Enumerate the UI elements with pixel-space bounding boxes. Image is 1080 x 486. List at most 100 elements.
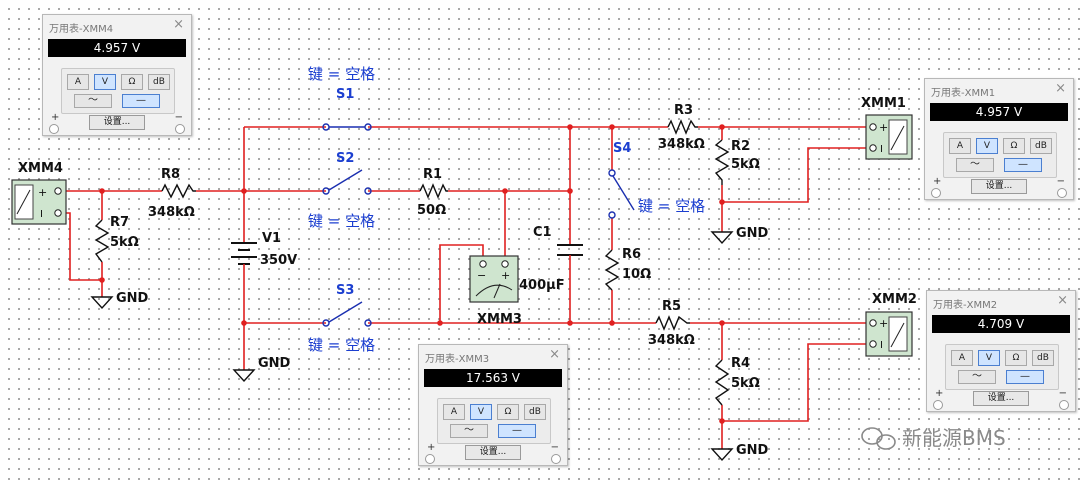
dc-mode-button[interactable]: — xyxy=(1004,158,1042,172)
negative-terminal[interactable] xyxy=(175,124,185,134)
negative-terminal[interactable] xyxy=(1059,400,1069,410)
multimeter-xmm1-symbol[interactable]: + I xyxy=(865,114,913,160)
mode-decibel-button[interactable]: dB xyxy=(1030,138,1052,154)
label-r2: R2 xyxy=(731,139,750,154)
mode-ohmmeter-button[interactable]: Ω xyxy=(497,404,519,420)
mode-group: A V Ω dB 〜 — xyxy=(61,68,175,114)
label-gnd-4: GND xyxy=(736,443,769,458)
switch-s4[interactable] xyxy=(608,169,635,219)
negative-terminal-label: − xyxy=(550,442,559,453)
value-r6: 10Ω xyxy=(622,267,651,282)
value-r7: 5kΩ xyxy=(110,235,139,250)
label-gnd-3: GND xyxy=(736,226,769,241)
label-r3: R3 xyxy=(674,103,693,118)
svg-text:−: − xyxy=(477,269,486,282)
positive-terminal[interactable] xyxy=(933,400,943,410)
key-label-s1: 键 = 空格 xyxy=(308,65,375,83)
label-r4: R4 xyxy=(731,356,750,371)
negative-terminal[interactable] xyxy=(551,454,561,464)
mode-decibel-button[interactable]: dB xyxy=(148,74,170,90)
multimeter-panel-xmm2[interactable]: 万用表-XMM2 × 4.709 V A V Ω dB 〜 — + − 设置..… xyxy=(926,290,1076,412)
multimeter-xmm2-symbol[interactable]: + I xyxy=(865,311,913,357)
multimeter-xmm4-symbol[interactable]: + I xyxy=(11,179,67,225)
label-gnd-1: GND xyxy=(116,291,149,306)
battery-v1 xyxy=(231,242,257,268)
switch-s3[interactable] xyxy=(322,301,372,327)
switch-s1[interactable] xyxy=(322,123,372,131)
positive-terminal-label: + xyxy=(933,176,942,187)
ac-mode-button[interactable]: 〜 xyxy=(74,94,112,108)
label-r6: R6 xyxy=(622,247,641,262)
svg-text:I: I xyxy=(40,209,43,220)
svg-text:+: + xyxy=(879,121,888,134)
label-r5: R5 xyxy=(662,299,681,314)
settings-button[interactable]: 设置... xyxy=(465,445,521,460)
multimeter-panel-xmm4[interactable]: 万用表-XMM4 × 4.957 V A V Ω dB 〜 — + − 设置..… xyxy=(42,14,192,136)
positive-terminal[interactable] xyxy=(49,124,59,134)
ground-symbol-4 xyxy=(710,448,734,462)
panel-title: 万用表-XMM3 xyxy=(425,354,490,365)
mode-ammeter-button[interactable]: A xyxy=(443,404,465,420)
multimeter-xmm3-symbol[interactable]: − + xyxy=(469,255,519,303)
ac-mode-button[interactable]: 〜 xyxy=(450,424,488,438)
ac-mode-button[interactable]: 〜 xyxy=(958,370,996,384)
label-s1: S1 xyxy=(336,87,354,102)
resistor-r5 xyxy=(655,315,690,331)
dc-mode-button[interactable]: — xyxy=(498,424,536,438)
multimeter-panel-xmm3[interactable]: 万用表-XMM3 × 17.563 V A V Ω dB 〜 — + − 设置.… xyxy=(418,344,568,466)
label-s4: S4 xyxy=(613,141,631,156)
negative-terminal-label: − xyxy=(1058,388,1067,399)
close-icon[interactable]: × xyxy=(549,347,560,362)
close-icon[interactable]: × xyxy=(1055,81,1066,96)
label-v1: V1 xyxy=(262,231,281,246)
panel-title: 万用表-XMM2 xyxy=(933,300,998,311)
capacitor-c1 xyxy=(557,244,583,262)
svg-text:+: + xyxy=(38,186,47,199)
multimeter-panel-xmm1[interactable]: 万用表-XMM1 × 4.957 V A V Ω dB 〜 — + − 设置..… xyxy=(924,78,1074,200)
value-c1: 400μF xyxy=(519,278,565,293)
mode-ohmmeter-button[interactable]: Ω xyxy=(1003,138,1025,154)
mode-ammeter-button[interactable]: A xyxy=(951,350,973,366)
dc-mode-button[interactable]: — xyxy=(1006,370,1044,384)
svg-text:I: I xyxy=(880,144,883,155)
positive-terminal[interactable] xyxy=(425,454,435,464)
positive-terminal[interactable] xyxy=(931,188,941,198)
value-r3: 348kΩ xyxy=(658,137,705,152)
label-r7: R7 xyxy=(110,215,129,230)
positive-terminal-label: + xyxy=(935,388,944,399)
dc-mode-button[interactable]: — xyxy=(122,94,160,108)
value-r1: 50Ω xyxy=(417,203,446,218)
settings-button[interactable]: 设置... xyxy=(971,179,1027,194)
mode-decibel-button[interactable]: dB xyxy=(524,404,546,420)
close-icon[interactable]: × xyxy=(173,17,184,32)
mode-group: A V Ω dB 〜 — xyxy=(943,132,1057,178)
negative-terminal-label: − xyxy=(174,112,183,123)
negative-terminal[interactable] xyxy=(1057,188,1067,198)
mode-ammeter-button[interactable]: A xyxy=(67,74,89,90)
mode-decibel-button[interactable]: dB xyxy=(1032,350,1054,366)
ground-symbol-2 xyxy=(232,369,256,383)
value-r5: 348kΩ xyxy=(648,333,695,348)
mode-ohmmeter-button[interactable]: Ω xyxy=(1005,350,1027,366)
key-label-s4: 键 = 空格 xyxy=(638,197,705,215)
mode-voltmeter-button[interactable]: V xyxy=(978,350,1000,366)
mode-voltmeter-button[interactable]: V xyxy=(94,74,116,90)
value-v1: 350V xyxy=(260,253,297,268)
label-s3: S3 xyxy=(336,283,354,298)
ac-mode-button[interactable]: 〜 xyxy=(956,158,994,172)
reading-display: 4.709 V xyxy=(932,315,1070,333)
mode-voltmeter-button[interactable]: V xyxy=(470,404,492,420)
positive-terminal-label: + xyxy=(51,112,60,123)
mode-voltmeter-button[interactable]: V xyxy=(976,138,998,154)
settings-button[interactable]: 设置... xyxy=(973,391,1029,406)
mode-ohmmeter-button[interactable]: Ω xyxy=(121,74,143,90)
mode-ammeter-button[interactable]: A xyxy=(949,138,971,154)
label-c1: C1 xyxy=(533,225,552,240)
negative-terminal-label: − xyxy=(1056,176,1065,187)
resistor-r1 xyxy=(419,183,448,199)
settings-button[interactable]: 设置... xyxy=(89,115,145,130)
close-icon[interactable]: × xyxy=(1057,293,1068,308)
resistor-r3 xyxy=(667,119,698,135)
svg-text:+: + xyxy=(879,317,888,330)
switch-s2[interactable] xyxy=(322,169,372,195)
